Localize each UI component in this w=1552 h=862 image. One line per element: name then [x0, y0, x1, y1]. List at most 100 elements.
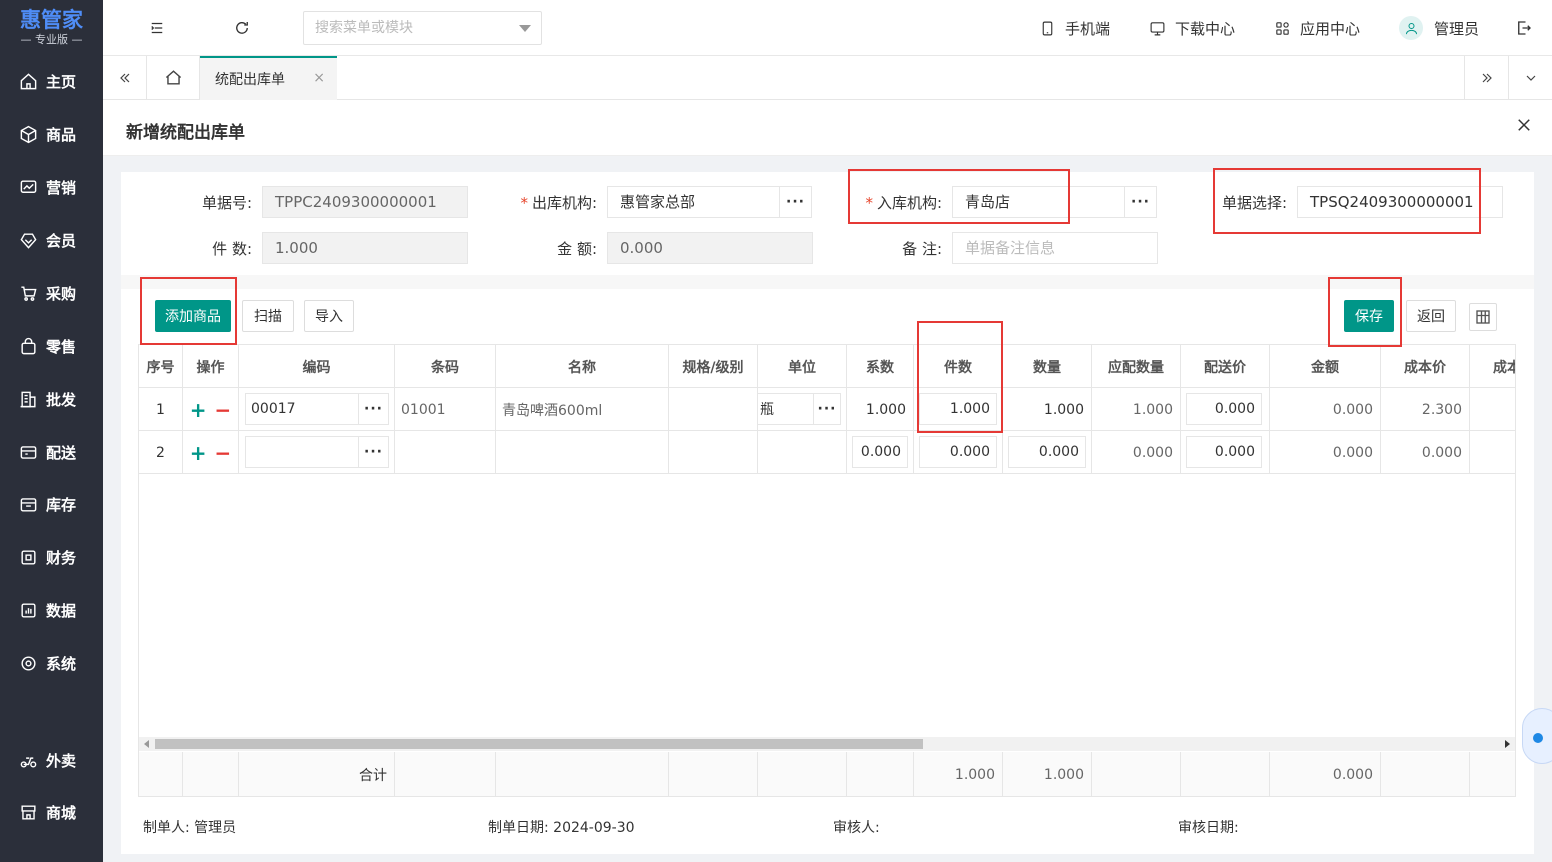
- sidebar-item-label: 会员: [46, 231, 77, 250]
- doc-no-field[interactable]: TPPC2409300000001: [262, 186, 468, 218]
- sidebar-item-finance[interactable]: 财务: [0, 537, 103, 577]
- total-qty: 1.000: [1003, 752, 1092, 796]
- app-center-link[interactable]: 应用中心: [1274, 18, 1360, 38]
- code-picker-button[interactable]: ···: [358, 393, 389, 425]
- total-blank: [1470, 752, 1515, 796]
- unit-input[interactable]: 瓶: [758, 393, 814, 425]
- assistant-bubble[interactable]: [1522, 708, 1552, 764]
- menu-search-select[interactable]: 搜索菜单或模块: [303, 11, 542, 45]
- pieces-field[interactable]: 1.000: [262, 232, 468, 264]
- scroll-left-arrow-icon[interactable]: [144, 740, 149, 748]
- remove-row-icon[interactable]: −: [215, 398, 232, 422]
- row-actions: + −: [183, 431, 239, 474]
- pieces-input[interactable]: 0.000: [919, 436, 997, 468]
- in-org-picker-button[interactable]: ···: [1124, 186, 1157, 218]
- scroll-right-arrow-icon[interactable]: [1505, 740, 1510, 748]
- price-input[interactable]: 0.000: [1186, 436, 1262, 468]
- tabs-scroll-right-button[interactable]: [1464, 56, 1508, 99]
- import-button[interactable]: 导入: [304, 300, 354, 332]
- in-org-label: * 入库机构:: [845, 192, 942, 213]
- section-divider: [121, 275, 1534, 289]
- col-header-should-qty: 应配数量: [1092, 345, 1181, 388]
- add-row-icon[interactable]: +: [190, 441, 207, 465]
- scan-button[interactable]: 扫描: [242, 300, 294, 332]
- total-blank: [183, 752, 239, 796]
- price-input[interactable]: 0.000: [1186, 393, 1262, 425]
- save-button[interactable]: 保存: [1344, 300, 1394, 332]
- top-bar: 搜索菜单或模块 手机端 下载中心 应用中心 管理员: [103, 0, 1552, 56]
- doc-select-field[interactable]: TPSQ2409300000001: [1297, 186, 1503, 218]
- horizontal-scrollbar[interactable]: [139, 737, 1515, 751]
- tabs-dropdown-button[interactable]: [1508, 56, 1552, 99]
- back-button[interactable]: 返回: [1406, 300, 1456, 332]
- remove-row-icon[interactable]: −: [215, 441, 232, 465]
- col-header-spec: 规格/级别: [669, 345, 758, 388]
- out-org-field[interactable]: 惠管家总部: [607, 186, 781, 218]
- menu-toggle-icon[interactable]: [147, 18, 167, 38]
- sidebar-item-label: 采购: [46, 284, 77, 303]
- tab-allocation-outbound[interactable]: 统配出库单 ×: [200, 56, 337, 100]
- out-org-label: * 出库机构:: [500, 192, 597, 213]
- in-org-field[interactable]: 青岛店: [952, 186, 1126, 218]
- logout-icon[interactable]: [1514, 18, 1534, 38]
- sidebar-item-member[interactable]: 会员: [0, 220, 103, 260]
- sidebar-item-marketing[interactable]: 营销: [0, 167, 103, 207]
- amount-field[interactable]: 0.000: [607, 232, 813, 264]
- sidebar-item-home[interactable]: 主页: [0, 61, 103, 101]
- sidebar-item-takeout[interactable]: 外卖: [0, 740, 103, 780]
- code-picker-button[interactable]: ···: [358, 436, 389, 468]
- cost-price-cell: 0.000: [1381, 431, 1470, 474]
- sidebar-item-label: 数据: [46, 601, 77, 620]
- sidebar-item-data[interactable]: 数据: [0, 590, 103, 630]
- scrollbar-thumb[interactable]: [155, 739, 923, 749]
- home-icon: [165, 70, 181, 85]
- settings-ring-icon: [18, 653, 38, 673]
- tabs-scroll-left-button[interactable]: [103, 56, 147, 99]
- add-row-icon[interactable]: +: [190, 398, 207, 422]
- out-org-label-text: 出库机构:: [531, 194, 597, 212]
- table-row: 2 + − ··· 0.000 0.000 0.000 0.000 0.000 …: [139, 431, 1515, 474]
- user-name: 管理员: [1434, 19, 1480, 38]
- col-header-unit: 单位: [758, 345, 847, 388]
- pieces-input[interactable]: 1.000: [919, 393, 997, 425]
- chevron-down-icon: [1526, 75, 1535, 81]
- table-total-row: 合计 1.000 1.000 0.000: [139, 752, 1515, 796]
- sidebar-item-label: 外卖: [46, 751, 77, 770]
- sidebar-item-wholesale[interactable]: 批发: [0, 379, 103, 419]
- code-input[interactable]: [245, 436, 359, 468]
- creator-info: 制单人: 管理员: [143, 817, 236, 837]
- row-actions: + −: [183, 388, 239, 431]
- factor-input[interactable]: 0.000: [852, 436, 908, 468]
- sidebar-item-goods[interactable]: 商品: [0, 114, 103, 154]
- remark-input[interactable]: 单据备注信息: [952, 232, 1158, 264]
- sidebar-item-retail[interactable]: 零售: [0, 326, 103, 366]
- unit-picker-button[interactable]: ···: [813, 393, 841, 425]
- code-input[interactable]: 00017: [245, 393, 359, 425]
- required-mark: *: [520, 194, 528, 212]
- download-center-link[interactable]: 下载中心: [1149, 18, 1235, 38]
- tab-home[interactable]: [147, 56, 200, 99]
- sidebar-item-inventory[interactable]: 库存: [0, 484, 103, 524]
- sidebar-item-system[interactable]: 系统: [0, 643, 103, 683]
- total-amount: 0.000: [1270, 752, 1381, 796]
- sidebar-item-mall[interactable]: 商城: [0, 792, 103, 832]
- column-settings-button[interactable]: [1469, 303, 1497, 331]
- out-org-picker-button[interactable]: ···: [779, 186, 812, 218]
- add-goods-button[interactable]: 添加商品: [155, 300, 231, 332]
- creator-label: 制单人:: [143, 820, 190, 836]
- double-chevron-left-icon: [119, 73, 129, 82]
- sidebar-item-purchase[interactable]: 采购: [0, 273, 103, 313]
- logo[interactable]: 惠管家 — 专业版 —: [0, 0, 103, 56]
- barcode-cell: [395, 431, 496, 474]
- sidebar-item-label: 库存: [46, 495, 77, 514]
- tab-close-icon[interactable]: ×: [313, 70, 325, 86]
- close-icon[interactable]: [1515, 116, 1533, 134]
- double-chevron-right-icon: [1482, 73, 1492, 82]
- refresh-icon[interactable]: [232, 18, 252, 38]
- qty-input[interactable]: 0.000: [1008, 436, 1086, 468]
- user-menu[interactable]: 管理员: [1399, 16, 1480, 40]
- mobile-link[interactable]: 手机端: [1039, 18, 1110, 38]
- col-header-factor: 系数: [847, 345, 914, 388]
- pieces-cell: 1.000: [914, 388, 1003, 431]
- sidebar-item-delivery[interactable]: 配送: [0, 432, 103, 472]
